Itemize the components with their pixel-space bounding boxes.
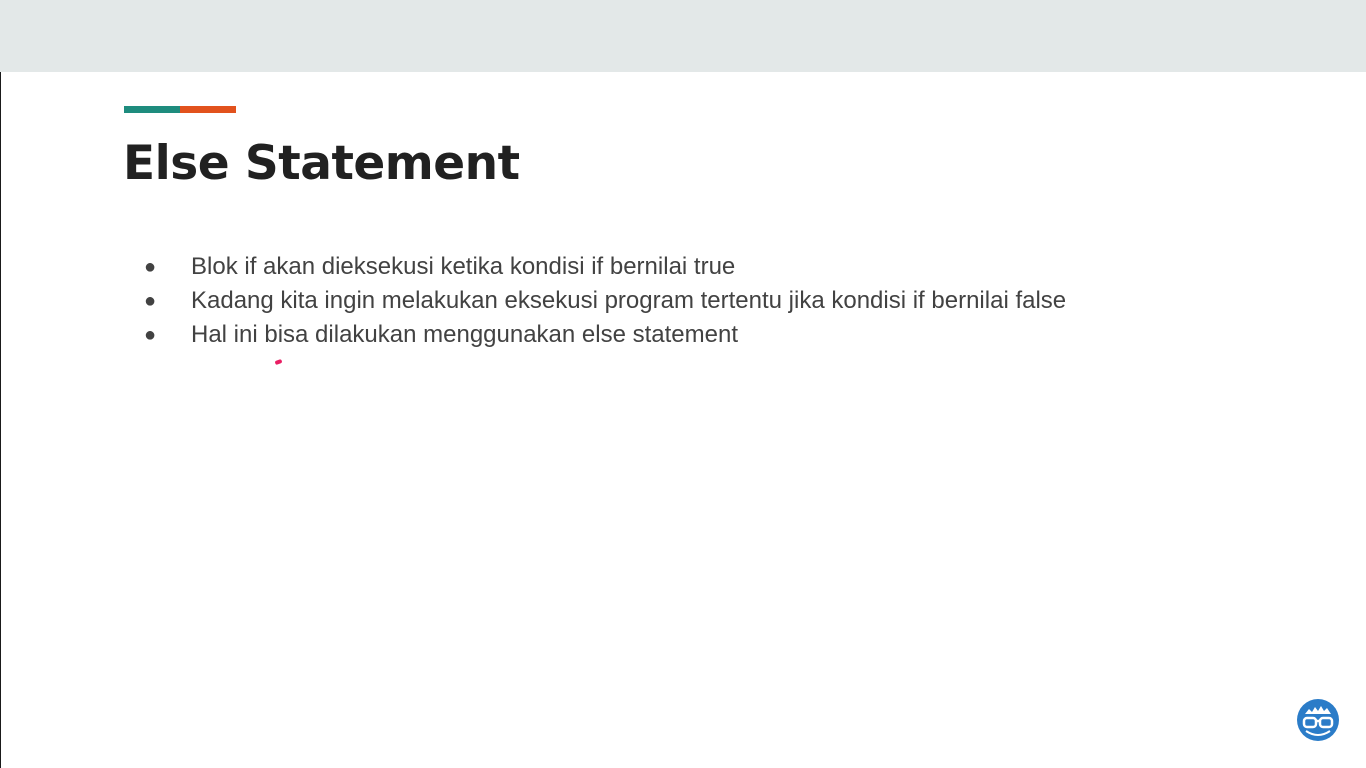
bullet-dot: ● xyxy=(144,324,157,346)
bullet-dot: ● xyxy=(144,256,157,278)
title-accent-bar xyxy=(124,106,236,113)
bullet-text: Blok if akan dieksekusi ketika kondisi i… xyxy=(191,253,736,280)
accent-segment-orange xyxy=(180,106,236,113)
bullet-item: ● Hal ini bisa dilakukan menggunakan els… xyxy=(140,318,1066,352)
glasses-face-icon[interactable] xyxy=(1296,698,1340,742)
bullet-text: Kadang kita ingin melakukan eksekusi pro… xyxy=(191,287,1067,314)
bullet-dot: ● xyxy=(144,290,157,312)
slide-title: Else Statement xyxy=(123,136,520,191)
top-toolbar xyxy=(0,0,1366,72)
bullet-text: Hal ini bisa dilakukan menggunakan else … xyxy=(191,321,738,348)
bullet-item: ● Blok if akan dieksekusi ketika kondisi… xyxy=(140,250,1066,284)
bullet-list: ● Blok if akan dieksekusi ketika kondisi… xyxy=(140,250,1066,352)
logo-svg xyxy=(1297,699,1339,741)
accent-segment-teal xyxy=(124,106,180,113)
bullet-item: ● Kadang kita ingin melakukan eksekusi p… xyxy=(140,284,1066,318)
